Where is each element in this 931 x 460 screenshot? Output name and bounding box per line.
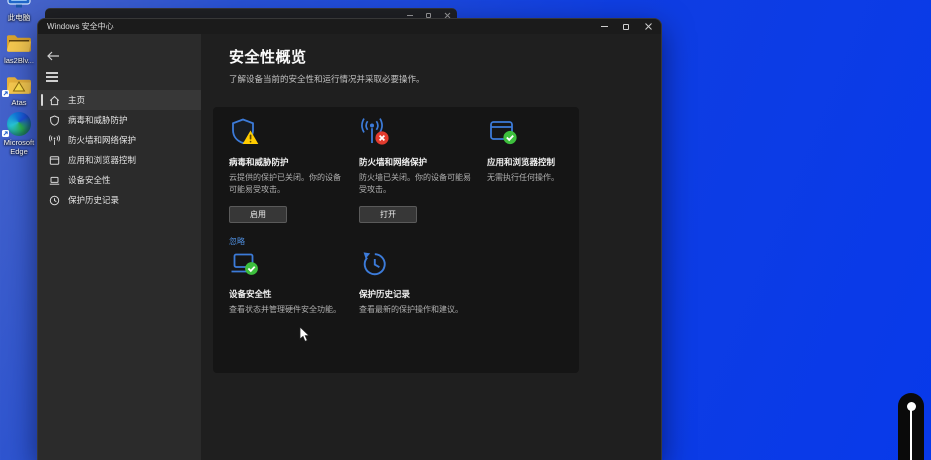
tile-description: 防火墙已关闭。你的设备可能易受攻击。 [359, 173, 471, 194]
hamburger-menu-icon[interactable] [46, 72, 58, 82]
tile-description: 查看状态并管理硬件安全功能。 [229, 305, 341, 314]
close-button[interactable] [637, 19, 659, 34]
history-clock-icon [49, 195, 60, 205]
sidebar-item-protection-history[interactable]: 保护历史记录 [38, 190, 201, 210]
shield-icon [50, 114, 59, 126]
sidebar-item-label: 防火墙和网络保护 [68, 135, 137, 145]
tile-title: 病毒和威胁防护 [229, 157, 289, 167]
minimize-icon [600, 26, 608, 27]
tile-title: 应用和浏览器控制 [487, 157, 556, 167]
edge-logo-icon [0, 112, 38, 137]
browser-ok-icon [487, 117, 519, 147]
selected-indicator [41, 94, 43, 106]
page-subtitle: 了解设备当前的安全性和运行情况并采取必要操作。 [229, 74, 425, 84]
tile-firewall-network-protection[interactable]: 防火墙和网络保护 防火墙已关闭。你的设备可能易受攻击。 打开 [359, 117, 477, 223]
desktop-icon-this-pc[interactable]: 此电脑 [0, 0, 38, 22]
device-ok-icon [229, 249, 261, 279]
sidebar-item-label: 主页 [68, 95, 86, 105]
mouse-cursor [299, 327, 310, 342]
network-error-icon [359, 117, 391, 147]
tile-virus-threat-protection[interactable]: 病毒和威胁防护 云提供的保护已关闭。你的设备可能易受攻击。 启用 忽略 [229, 117, 347, 249]
main-content: 安全性概览 了解设备当前的安全性和运行情况并采取必要操作。 病毒和威胁防护 云提… [201, 34, 661, 460]
app-window-icon [49, 155, 60, 165]
marker-line [909, 410, 913, 460]
home-icon [49, 95, 60, 105]
desktop-icon-label: 此电脑 [7, 13, 31, 22]
close-icon [644, 23, 652, 30]
sidebar: 主页 病毒和威胁防护 防火墙和网络保护 应用和浏览器控制 设备安全性 保护历史记… [38, 34, 201, 460]
desktop-icon-label: las2Blv... [4, 56, 34, 65]
desktop-icon-label: Atas [11, 98, 27, 107]
enable-button[interactable]: 启用 [229, 206, 287, 223]
tile-protection-history[interactable]: 保护历史记录 查看最新的保护操作和建议。 [359, 249, 477, 316]
tile-app-browser-control[interactable]: 应用和浏览器控制 无需执行任何操作。 [487, 117, 605, 184]
maximize-icon [623, 23, 629, 30]
shield-warning-icon [229, 117, 261, 147]
back-icon[interactable] [46, 50, 60, 62]
shortcut-arrow-icon [2, 130, 9, 137]
shortcut-arrow-icon [2, 90, 9, 97]
windows-security-window: Windows 安全中心 主页 病毒和威胁防护 防火墙和网络保护 应用和浏览器控… [37, 18, 662, 460]
laptop-icon [49, 176, 60, 185]
dismiss-link[interactable]: 忽略 [229, 236, 245, 247]
folder-shortcut-icon [0, 74, 38, 97]
minimize-button[interactable] [593, 19, 615, 34]
tile-title: 保护历史记录 [359, 289, 411, 299]
annotation-marker [898, 393, 924, 460]
this-pc-icon [0, 0, 38, 11]
sidebar-item-label: 设备安全性 [68, 175, 111, 185]
sidebar-item-home[interactable]: 主页 [38, 90, 201, 110]
tile-title: 防火墙和网络保护 [359, 157, 428, 167]
sidebar-item-firewall-network[interactable]: 防火墙和网络保护 [38, 130, 201, 150]
sidebar-item-label: 保护历史记录 [68, 195, 120, 205]
maximize-button[interactable] [615, 19, 637, 34]
sidebar-item-virus-threat-protection[interactable]: 病毒和威胁防护 [38, 110, 201, 130]
sidebar-item-app-browser-control[interactable]: 应用和浏览器控制 [38, 150, 201, 170]
desktop-icon-folder-1[interactable]: las2Blv... [0, 32, 38, 65]
tile-device-security[interactable]: 设备安全性 查看状态并管理硬件安全功能。 [229, 249, 347, 316]
titlebar[interactable]: Windows 安全中心 [38, 19, 661, 34]
tile-title: 设备安全性 [229, 289, 272, 299]
tiles-panel: 病毒和威胁防护 云提供的保护已关闭。你的设备可能易受攻击。 启用 忽略 防火墙和… [213, 107, 579, 373]
maximize-icon[interactable] [426, 12, 431, 18]
network-signal-icon [49, 134, 60, 145]
tile-description: 无需执行任何操作。 [487, 173, 559, 182]
sidebar-item-device-security[interactable]: 设备安全性 [38, 170, 201, 190]
page-title: 安全性概览 [229, 49, 307, 66]
window-title: Windows 安全中心 [47, 22, 114, 31]
sidebar-item-label: 应用和浏览器控制 [68, 155, 137, 165]
desktop-icon-edge[interactable]: Microsoft Edge [0, 112, 38, 157]
tile-description: 云提供的保护已关闭。你的设备可能易受攻击。 [229, 173, 341, 194]
minimize-icon[interactable] [407, 14, 413, 16]
tile-description: 查看最新的保护操作和建议。 [359, 305, 463, 314]
folder-icon [0, 32, 38, 54]
sidebar-item-label: 病毒和威胁防护 [68, 115, 128, 125]
desktop-icon-folder-atas[interactable]: Atas [0, 74, 38, 107]
turn-on-button[interactable]: 打开 [359, 206, 417, 223]
sidebar-nav: 主页 病毒和威胁防护 防火墙和网络保护 应用和浏览器控制 设备安全性 保护历史记… [38, 90, 201, 210]
desktop-icon-label: Microsoft Edge [3, 138, 35, 157]
history-icon [359, 249, 391, 279]
